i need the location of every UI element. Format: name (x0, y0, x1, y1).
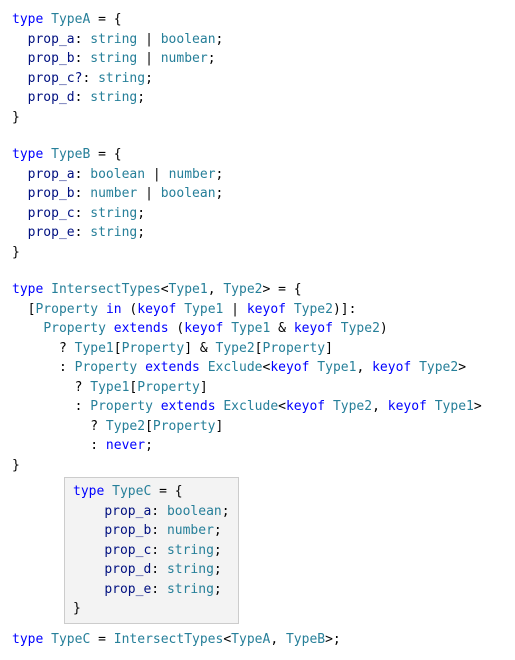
intersect-then3: ? Type2[Property] (12, 417, 503, 437)
intersect-block: type IntersectTypes<Type1, Type2> = { [P… (12, 280, 503, 475)
intersect-never: : never; (12, 436, 503, 456)
intersect-else2: : Property extends Exclude<keyof Type2, … (12, 397, 503, 417)
intersect-then2: ? Type1[Property] (12, 378, 503, 398)
tooltip-close: } (73, 599, 230, 619)
typeb-prop-c: prop_c: string; (12, 204, 503, 224)
tooltip-prop-e: prop_e: string; (73, 580, 230, 600)
typeb-decl: type TypeB = { (12, 145, 503, 165)
intersect-close: } (12, 456, 503, 476)
typea-name: TypeA (51, 12, 90, 27)
typea-close: } (12, 108, 503, 128)
typec-decl: type TypeC = IntersectTypes<TypeA, TypeB… (12, 630, 503, 650)
typea-prop-b: prop_b: string | number; (12, 49, 503, 69)
typeb-prop-e: prop_e: string; (12, 223, 503, 243)
tooltip-prop-d: prop_d: string; (73, 560, 230, 580)
intersect-else1: : Property extends Exclude<keyof Type1, … (12, 358, 503, 378)
typea-prop-c: prop_c?: string; (12, 69, 503, 89)
intersect-then1: ? Type1[Property] & Type2[Property] (12, 339, 503, 359)
typeb-block: type TypeB = { prop_a: boolean | number;… (12, 145, 503, 262)
tooltip-prop-b: prop_b: number; (73, 521, 230, 541)
hover-tooltip: type TypeC = { prop_a: boolean; prop_b: … (64, 477, 239, 624)
typea-block: type TypeA = { prop_a: string | boolean;… (12, 10, 503, 127)
typeb-prop-b: prop_b: number | boolean; (12, 184, 503, 204)
type-keyword: type (12, 12, 43, 27)
typea-prop-a: prop_a: string | boolean; (12, 30, 503, 50)
intersect-cond1: Property extends (keyof Type1 & keyof Ty… (12, 319, 503, 339)
typea-decl: type TypeA = { (12, 10, 503, 30)
typeb-prop-a: prop_a: boolean | number; (12, 165, 503, 185)
intersect-mapped: [Property in (keyof Type1 | keyof Type2)… (12, 300, 503, 320)
intersect-decl: type IntersectTypes<Type1, Type2> = { (12, 280, 503, 300)
tooltip-decl: type TypeC = { (73, 482, 230, 502)
tooltip-prop-a: prop_a: boolean; (73, 502, 230, 522)
tooltip-prop-c: prop_c: string; (73, 541, 230, 561)
typec-block: type TypeC = IntersectTypes<TypeA, TypeB… (12, 630, 503, 650)
typeb-close: } (12, 243, 503, 263)
typea-prop-d: prop_d: string; (12, 88, 503, 108)
